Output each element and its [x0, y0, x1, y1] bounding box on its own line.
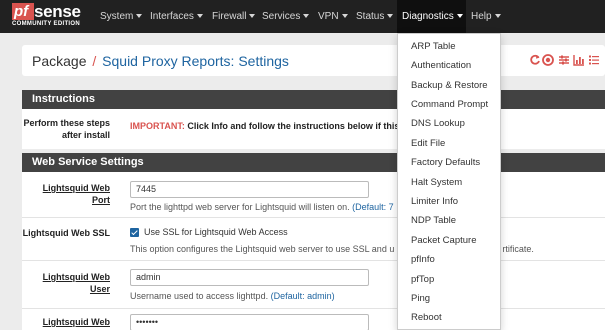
caret-down-icon: [249, 14, 256, 19]
help-text-tail: rtificate.: [502, 244, 534, 254]
web-ssl-checkbox-label[interactable]: Use SSL for Lightsquid Web Access: [144, 227, 288, 237]
pfsense-logo[interactable]: pf sense COMMUNITY EDITION: [12, 2, 90, 30]
breadcrumb-separator: /: [92, 53, 97, 69]
menu-item-ping[interactable]: Ping: [411, 293, 430, 304]
sliders-icon[interactable]: [558, 54, 570, 66]
web-service-panel-title: Web Service Settings: [22, 153, 605, 172]
top-navbar: pf sense COMMUNITY EDITION System Interf…: [0, 0, 605, 33]
menu-item-command-prompt[interactable]: Command Prompt: [411, 99, 488, 110]
row-divider: [22, 260, 605, 261]
nav-label: Firewall: [212, 11, 247, 22]
nav-help[interactable]: Help: [466, 0, 506, 33]
nav-label: Status: [356, 11, 385, 22]
menu-item-packet-capture[interactable]: Packet Capture: [411, 235, 476, 246]
web-ssl-label: Lightsquid Web SSL: [22, 228, 110, 238]
nav-label: VPN: [318, 11, 339, 22]
nav-diagnostics[interactable]: Diagnostics: [397, 0, 466, 33]
help-text: This option configures the Lightsquid we…: [130, 244, 395, 254]
row-divider: [22, 308, 605, 309]
page-header: Package / Squid Proxy Reports: Settings: [22, 45, 605, 76]
menu-item-factory-defaults[interactable]: Factory Defaults: [411, 157, 480, 168]
caret-down-icon: [136, 14, 143, 19]
web-password-input[interactable]: •••••••: [130, 314, 369, 330]
diagnostics-dropdown-menu: ARP Table Authentication Backup & Restor…: [397, 33, 501, 330]
important-prefix: IMPORTANT:: [130, 121, 185, 131]
bar-chart-icon[interactable]: [573, 54, 585, 66]
web-user-label: Lightsquid Web User: [42, 272, 110, 294]
caret-down-icon: [341, 14, 348, 19]
help-text: Username used to access lighttpd.: [130, 291, 269, 301]
web-port-help: Port the lighttpd web server for Lightsq…: [130, 202, 394, 212]
caret-down-icon: [196, 14, 203, 19]
caret-down-icon: [456, 14, 463, 19]
caret-down-icon: [387, 14, 394, 19]
menu-item-dns-lookup[interactable]: DNS Lookup: [411, 118, 465, 129]
nav-vpn[interactable]: VPN: [313, 0, 353, 33]
instructions-label: Perform these steps after install: [23, 118, 110, 140]
instructions-panel: Perform these steps after install IMPORT…: [22, 109, 605, 149]
nav-interfaces[interactable]: Interfaces: [145, 0, 208, 33]
logo-text: sense: [34, 2, 81, 21]
stop-icon[interactable]: [542, 54, 554, 66]
nav-label: Help: [471, 11, 492, 22]
instructions-panel-title: Instructions: [22, 90, 605, 109]
nav-services[interactable]: Services: [257, 0, 314, 33]
web-service-panel: Lightsquid Web Port 7445 Port the lightt…: [22, 172, 605, 330]
caret-down-icon: [303, 14, 310, 19]
breadcrumb-root: Package: [32, 53, 87, 69]
nav-label: Services: [262, 11, 301, 22]
nav-status[interactable]: Status: [351, 0, 398, 33]
logo-subtitle: COMMUNITY EDITION: [12, 21, 80, 27]
web-password-label: Lightsquid Web: [42, 317, 110, 327]
row-divider: [22, 217, 605, 218]
important-text: Click Info and follow the instructions b…: [184, 121, 410, 131]
web-port-input[interactable]: 7445: [130, 181, 369, 198]
nav-label: Interfaces: [150, 11, 194, 22]
breadcrumb-page-link[interactable]: Squid Proxy Reports: Settings: [102, 53, 289, 69]
help-text: Port the lighttpd web server for Lightsq…: [130, 202, 350, 212]
menu-item-edit-file[interactable]: Edit File: [411, 138, 445, 149]
menu-item-limiter-info[interactable]: Limiter Info: [411, 196, 458, 207]
nav-label: Diagnostics: [402, 11, 454, 22]
logo-mark: pf: [12, 3, 34, 20]
web-ssl-checkbox[interactable]: [130, 228, 139, 237]
header-icon-group: [529, 54, 605, 68]
caret-down-icon: [494, 14, 501, 19]
menu-item-ndp-table[interactable]: NDP Table: [411, 215, 456, 226]
default-link[interactable]: (Default: admin): [271, 291, 335, 301]
web-user-input[interactable]: admin: [130, 269, 369, 286]
reload-icon[interactable]: [529, 54, 541, 66]
menu-item-pfinfo[interactable]: pfInfo: [411, 254, 435, 265]
menu-item-arp-table[interactable]: ARP Table: [411, 41, 456, 52]
list-icon[interactable]: [588, 54, 600, 66]
web-user-help: Username used to access lighttpd. (Defau…: [130, 291, 335, 301]
menu-item-reboot[interactable]: Reboot: [411, 312, 442, 323]
menu-item-pftop[interactable]: pfTop: [411, 274, 434, 285]
nav-label: System: [100, 11, 134, 22]
menu-item-authentication[interactable]: Authentication: [411, 60, 471, 71]
menu-item-backup-restore[interactable]: Backup & Restore: [411, 80, 488, 91]
menu-item-halt-system[interactable]: Halt System: [411, 177, 462, 188]
nav-firewall[interactable]: Firewall: [207, 0, 260, 33]
web-port-label: Lightsquid Web Port: [42, 183, 110, 205]
nav-system[interactable]: System: [95, 0, 147, 33]
important-notice: IMPORTANT: Click Info and follow the ins…: [130, 121, 409, 131]
breadcrumb: Package / Squid Proxy Reports: Settings: [32, 53, 289, 69]
default-link[interactable]: (Default: 7: [352, 202, 394, 212]
